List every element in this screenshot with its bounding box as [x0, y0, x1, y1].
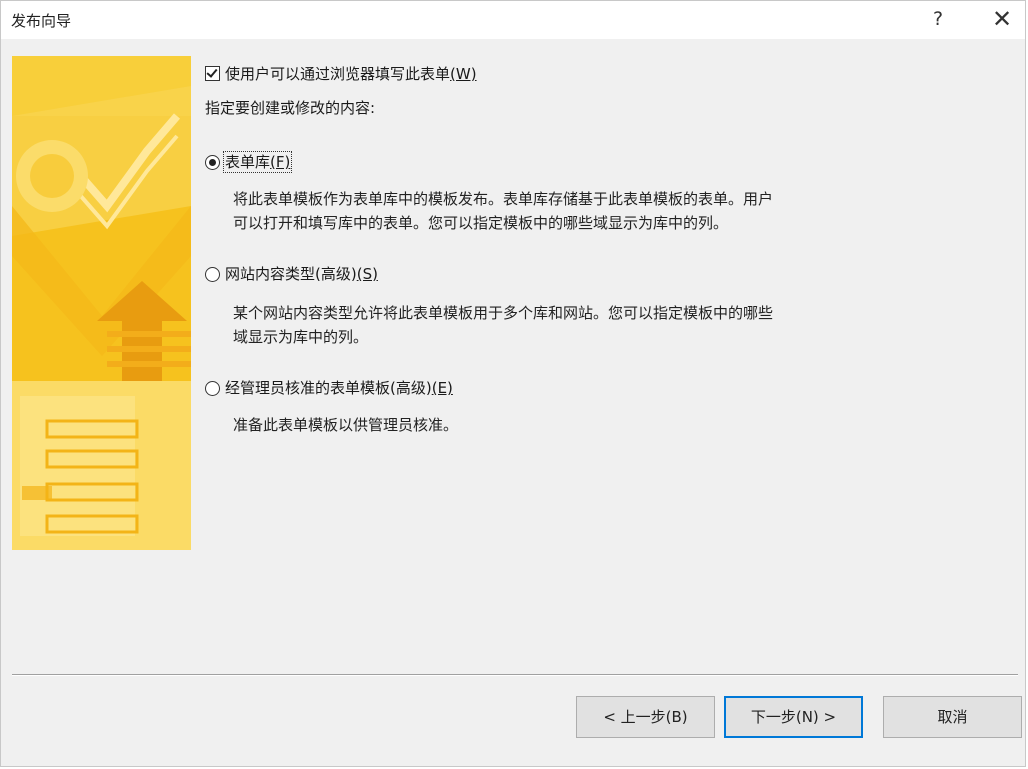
- radio-form-library-label: 表单库: [225, 153, 271, 171]
- content-type-desc-line2: 域显示为库中的列。: [233, 328, 369, 346]
- browser-fill-checkbox[interactable]: [205, 66, 220, 81]
- admin-template-desc-line1: 准备此表单模板以供管理员核准。: [233, 416, 459, 434]
- radio-form-library[interactable]: [205, 155, 220, 170]
- radio-content-type[interactable]: [205, 267, 220, 282]
- radio-option-content-type[interactable]: 网站内容类型(高级)(S): [205, 263, 378, 284]
- form-library-desc-line2: 可以打开和填写库中的表单。您可以指定模板中的哪些域显示为库中的列。: [233, 214, 729, 232]
- banner-illustration-icon: [12, 56, 191, 550]
- content-type-desc-line1: 某个网站内容类型允许将此表单模板用于多个库和网站。您可以指定模板中的哪些: [233, 304, 774, 322]
- close-icon[interactable]: ✕: [979, 1, 1025, 37]
- radio-admin-template-accesskey: (E): [431, 379, 453, 397]
- radio-option-admin-template[interactable]: 经管理员核准的表单模板(高级)(E): [205, 377, 453, 398]
- radio-admin-template-label: 经管理员核准的表单模板(高级): [225, 379, 432, 397]
- title-bar: 发布向导 ? ✕: [1, 1, 1025, 39]
- browser-fill-accesskey: (W): [450, 65, 477, 83]
- prev-button[interactable]: < 上一步(B): [576, 696, 715, 738]
- radio-option-form-library[interactable]: 表单库(F): [205, 151, 293, 173]
- publish-wizard-dialog: 发布向导 ? ✕ 使用户可以通过浏览器填写此表单(W) 指定要创建或修改的内容:…: [0, 0, 1026, 767]
- radio-admin-template[interactable]: [205, 381, 220, 396]
- radio-content-type-accesskey: (S): [356, 265, 378, 283]
- wizard-banner-image: [12, 56, 191, 550]
- window-title: 发布向导: [11, 12, 72, 30]
- admin-template-description: 准备此表单模板以供管理员核准。: [233, 413, 458, 437]
- browser-fill-option[interactable]: 使用户可以通过浏览器填写此表单(W): [205, 63, 477, 84]
- browser-fill-label: 使用户可以通过浏览器填写此表单: [225, 65, 451, 83]
- content-type-description: 某个网站内容类型允许将此表单模板用于多个库和网站。您可以指定模板中的哪些 域显示…: [233, 301, 773, 349]
- content-prompt: 指定要创建或修改的内容:: [205, 99, 376, 117]
- form-library-description: 将此表单模板作为表单库中的模板发布。表单库存储基于此表单模板的表单。用户 可以打…: [233, 187, 773, 235]
- help-icon[interactable]: ?: [915, 1, 961, 37]
- form-library-desc-line1: 将此表单模板作为表单库中的模板发布。表单库存储基于此表单模板的表单。用户: [233, 190, 774, 208]
- radio-content-type-label: 网站内容类型(高级): [225, 265, 357, 283]
- next-button[interactable]: 下一步(N) >: [724, 696, 863, 738]
- radio-form-library-accesskey: (F): [270, 153, 291, 171]
- footer-separator: [12, 674, 1018, 676]
- cancel-button[interactable]: 取消: [883, 696, 1022, 738]
